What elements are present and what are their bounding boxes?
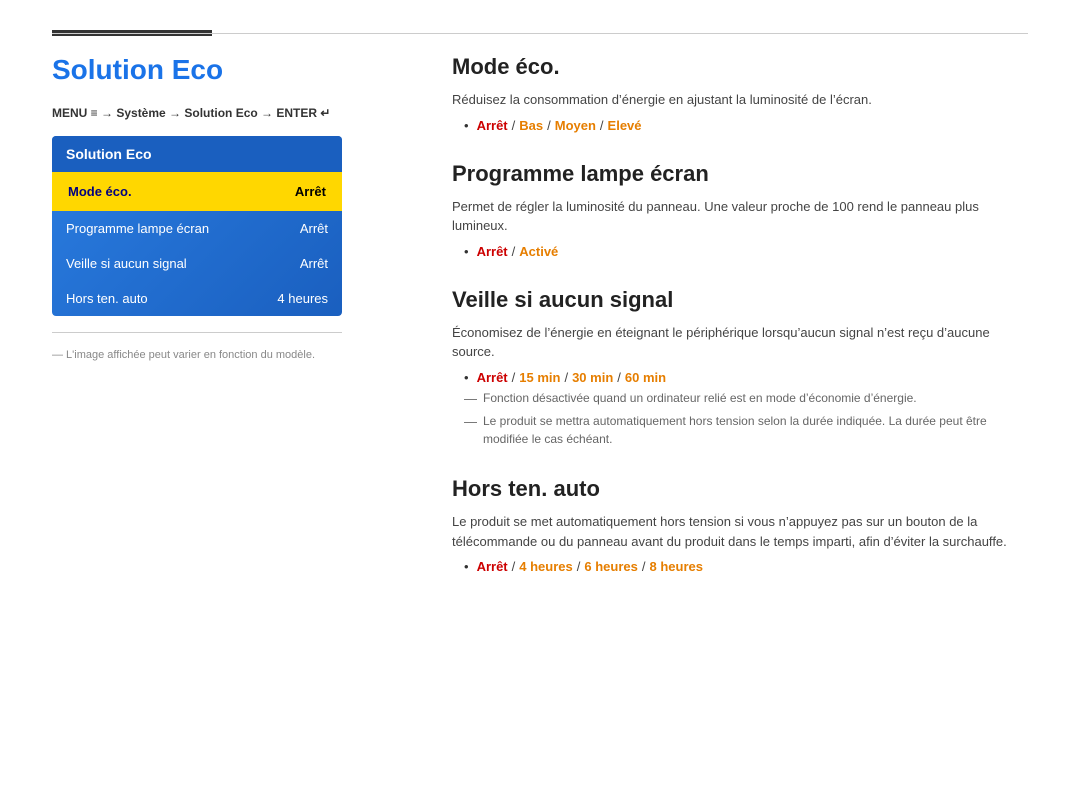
- menu-item-label-2: Veille si aucun signal: [66, 256, 187, 271]
- opt-separator-mode-eco-5: /: [600, 118, 604, 133]
- opt-programme-lampe-2: Activé: [519, 244, 558, 259]
- page-title: Solution Eco: [52, 54, 392, 86]
- section-desc-veille-signal: Économisez de l’énergie en éteignant le …: [452, 323, 1028, 362]
- opt-hors-ten-auto-2: 4 heures: [519, 559, 572, 574]
- section-options-mode-eco: • Arrêt / Bas / Moyen / Elevé: [464, 118, 1028, 133]
- menu-item-label-0: Mode éco.: [68, 184, 132, 199]
- bullet-icon-mode-eco: •: [464, 118, 469, 133]
- right-column: Mode éco. Réduisez la consommation d’éner…: [452, 54, 1028, 602]
- opt-veille-signal-4: 30 min: [572, 370, 613, 385]
- opt-hors-ten-auto-0: Arrêt: [477, 559, 508, 574]
- section-note-veille-signal-1: — Le produit se mettra automatiquement ho…: [464, 412, 1028, 448]
- bullet-icon-hors-ten-auto: •: [464, 559, 469, 574]
- left-column: Solution Eco MENU ≡ → Système → Solution…: [52, 54, 392, 602]
- section-desc-programme-lampe: Permet de régler la luminosité du pannea…: [452, 197, 1028, 236]
- note-text-veille-signal-1: Le produit se mettra automatiquement hor…: [483, 412, 1028, 448]
- section-title-mode-eco: Mode éco.: [452, 54, 1028, 80]
- opt-mode-eco-4: Moyen: [555, 118, 596, 133]
- note-dash-icon: —: [464, 389, 477, 409]
- bullet-icon-veille-signal: •: [464, 370, 469, 385]
- menu-item-0[interactable]: Mode éco. Arrêt: [52, 172, 342, 211]
- section-programme-lampe: Programme lampe écran Permet de régler la…: [452, 161, 1028, 259]
- section-options-hors-ten-auto: • Arrêt / 4 heures / 6 heures / 8 heures: [464, 559, 1028, 574]
- menu-items-list: Mode éco. Arrêt Programme lampe écran Arrêt…: [52, 172, 342, 316]
- menu-item-label-1: Programme lampe écran: [66, 221, 209, 236]
- section-title-programme-lampe: Programme lampe écran: [452, 161, 1028, 187]
- menu-item-value-2: Arrêt: [300, 256, 328, 271]
- section-note-veille-signal-0: — Fonction désactivée quand un ordinateur…: [464, 389, 1028, 409]
- opt-programme-lampe-0: Arrêt: [477, 244, 508, 259]
- section-options-programme-lampe: • Arrêt / Activé: [464, 244, 1028, 259]
- note-text-veille-signal-0: Fonction désactivée quand un ordinateur …: [483, 389, 917, 407]
- bullet-icon-programme-lampe: •: [464, 244, 469, 259]
- opt-veille-signal-0: Arrêt: [477, 370, 508, 385]
- section-veille-signal: Veille si aucun signal Économisez de l’én…: [452, 287, 1028, 449]
- section-options-veille-signal: • Arrêt / 15 min / 30 min / 60 min: [464, 370, 1028, 385]
- opt-separator-hors-ten-auto-3: /: [577, 559, 581, 574]
- opt-veille-signal-2: 15 min: [519, 370, 560, 385]
- section-hors-ten-auto: Hors ten. auto Le produit se met automati…: [452, 476, 1028, 574]
- menu-item-label-3: Hors ten. auto: [66, 291, 148, 306]
- section-desc-mode-eco: Réduisez la consommation d’énergie en aj…: [452, 90, 1028, 110]
- opt-hors-ten-auto-6: 8 heures: [649, 559, 702, 574]
- menu-item-2[interactable]: Veille si aucun signal Arrêt: [52, 246, 342, 281]
- breadcrumb: MENU ≡ → Système → Solution Eco → ENTER …: [52, 106, 392, 120]
- opt-separator-mode-eco-3: /: [547, 118, 551, 133]
- image-caption-area: — L'image affichée peut varier en foncti…: [52, 332, 342, 361]
- opt-separator-veille-signal-1: /: [512, 370, 516, 385]
- menu-item-value-3: 4 heures: [277, 291, 328, 306]
- opt-mode-eco-2: Bas: [519, 118, 543, 133]
- section-desc-hors-ten-auto: Le produit se met automatiquement hors t…: [452, 512, 1028, 551]
- opt-separator-programme-lampe-1: /: [512, 244, 516, 259]
- opt-separator-veille-signal-3: /: [564, 370, 568, 385]
- sections-container: Mode éco. Réduisez la consommation d’éner…: [452, 54, 1028, 574]
- opt-hors-ten-auto-4: 6 heures: [584, 559, 637, 574]
- section-mode-eco: Mode éco. Réduisez la consommation d’éner…: [452, 54, 1028, 133]
- section-title-hors-ten-auto: Hors ten. auto: [452, 476, 1028, 502]
- menu-item-1[interactable]: Programme lampe écran Arrêt: [52, 211, 342, 246]
- section-title-veille-signal: Veille si aucun signal: [452, 287, 1028, 313]
- menu-panel-title: Solution Eco: [52, 136, 342, 172]
- menu-panel: Solution Eco Mode éco.ArrêtProgramme lam…: [52, 136, 342, 316]
- menu-item-3[interactable]: Hors ten. auto 4 heures: [52, 281, 342, 316]
- note-dash-icon: —: [464, 412, 477, 432]
- opt-separator-mode-eco-1: /: [512, 118, 516, 133]
- image-caption: — L'image affichée peut varier en foncti…: [52, 349, 342, 361]
- menu-item-value-1: Arrêt: [300, 221, 328, 236]
- menu-item-value-0: Arrêt: [295, 184, 326, 199]
- top-line: [52, 33, 1028, 34]
- opt-mode-eco-0: Arrêt: [477, 118, 508, 133]
- opt-separator-veille-signal-5: /: [617, 370, 621, 385]
- opt-veille-signal-6: 60 min: [625, 370, 666, 385]
- opt-separator-hors-ten-auto-1: /: [512, 559, 516, 574]
- opt-mode-eco-6: Elevé: [608, 118, 642, 133]
- opt-separator-hors-ten-auto-5: /: [642, 559, 646, 574]
